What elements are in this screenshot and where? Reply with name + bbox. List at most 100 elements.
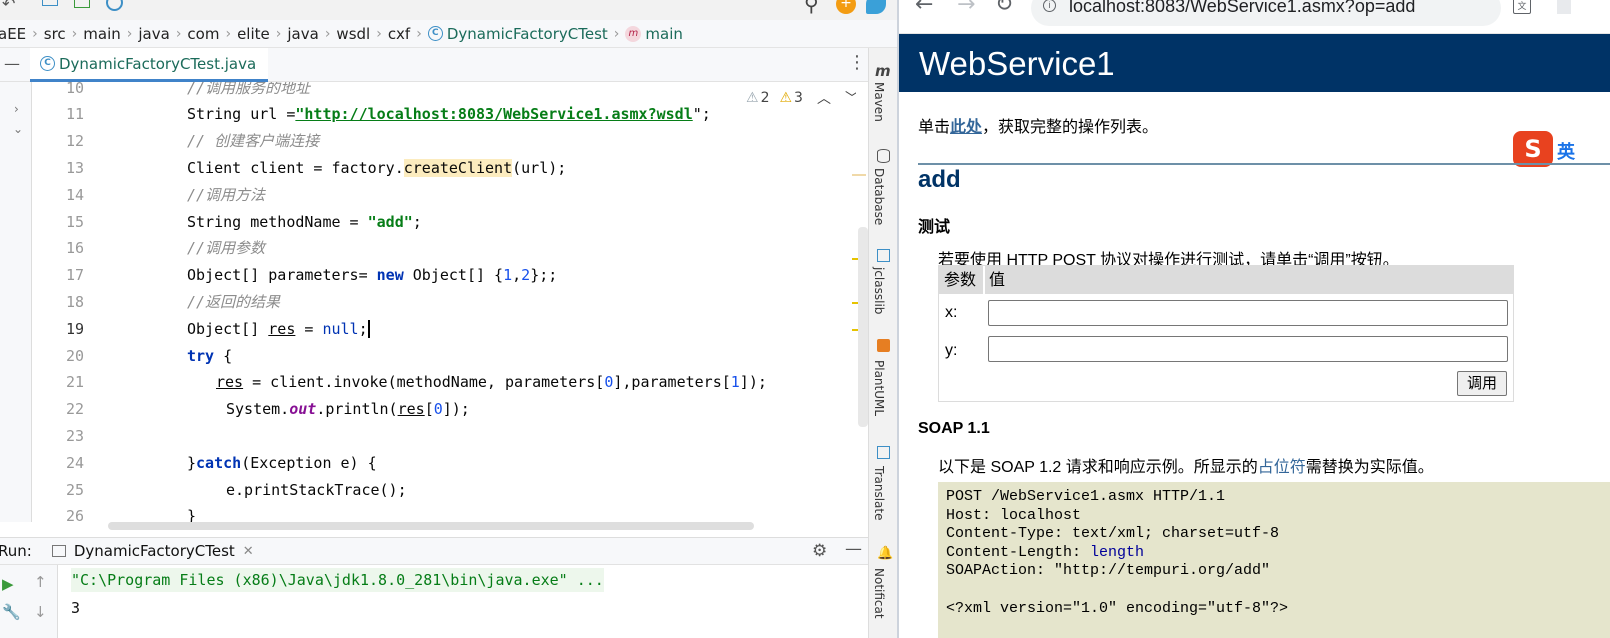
code-line: //返回的结果 bbox=[102, 289, 854, 316]
breadcrumb-item-class[interactable]: C DynamicFactoryCTest bbox=[427, 25, 608, 43]
arrow-up-icon[interactable]: ↑ bbox=[34, 573, 47, 591]
class-icon: C bbox=[427, 26, 443, 41]
profiler-icon[interactable] bbox=[106, 0, 123, 11]
breadcrumb-item[interactable]: com bbox=[187, 25, 219, 43]
code-token: null bbox=[322, 319, 359, 338]
breadcrumb-item[interactable]: wsdl bbox=[336, 25, 370, 43]
soap-sample-block: POST /WebService1.asmx HTTP/1.1 Host: loc… bbox=[938, 482, 1610, 638]
soap-line: Host: localhost bbox=[946, 506, 1082, 524]
code-token: ; bbox=[412, 212, 422, 231]
tool-window-bar: m Maven Database jclasslib PlantUML Tran… bbox=[868, 48, 897, 638]
project-icon[interactable] bbox=[42, 0, 58, 6]
service-title: WebService1 bbox=[919, 45, 1115, 82]
sogou-ime-label: 英 bbox=[1557, 138, 1587, 163]
horizontal-scroll-thumb[interactable] bbox=[108, 522, 754, 530]
editor-scrollbar[interactable] bbox=[852, 82, 868, 522]
url-text: localhost:8083/WebService1.asmx?op=add bbox=[1069, 0, 1416, 16]
invoke-button[interactable]: 调用 bbox=[1457, 371, 1507, 396]
breadcrumb: aEE › src › main › java › com › elite › java › … bbox=[0, 20, 897, 48]
translate-icon[interactable]: 文 bbox=[1513, 0, 1531, 14]
code-token: Client client = factory. bbox=[187, 159, 404, 177]
code-line: String url ="http://localhost:8083/WebSe… bbox=[102, 101, 854, 128]
side-tab-translate[interactable]: Translate bbox=[872, 466, 886, 521]
crumb-label: aEE bbox=[0, 24, 27, 43]
wrench-icon[interactable]: 🔧 bbox=[2, 603, 21, 621]
line-number: 16 bbox=[65, 239, 84, 258]
param-x-input[interactable] bbox=[988, 300, 1508, 326]
code-token: catch bbox=[196, 453, 242, 472]
arrow-down-icon[interactable]: ↓ bbox=[34, 603, 47, 621]
intro-text: 单击此处，获取完整的操作列表。 bbox=[918, 113, 1158, 137]
breadcrumb-item[interactable]: java bbox=[138, 25, 169, 43]
operations-list-link[interactable]: 此处 bbox=[950, 119, 982, 136]
tab-label: DynamicFactoryCTest.java bbox=[59, 54, 257, 73]
update-icon[interactable]: + bbox=[836, 0, 856, 14]
gear-icon[interactable]: ⚙ bbox=[812, 541, 827, 561]
breadcrumb-item[interactable]: src bbox=[44, 25, 66, 43]
breadcrumb-item[interactable]: java bbox=[287, 25, 318, 43]
forward-icon[interactable]: → bbox=[957, 0, 975, 17]
side-tab-plantuml[interactable]: PlantUML bbox=[872, 360, 886, 416]
minimize-icon[interactable]: — bbox=[845, 539, 862, 559]
code-line: System.out.println(res[0]); bbox=[102, 396, 854, 423]
console-output[interactable]: ▶ ↑ 🔧 ↓ "C:\Program Files (x86)\Java\jdk… bbox=[0, 565, 868, 638]
code-token: ]); bbox=[442, 400, 470, 419]
breadcrumb-item[interactable]: elite bbox=[237, 25, 270, 43]
address-bar[interactable]: i localhost:8083/WebService1.asmx?op=add bbox=[1031, 0, 1501, 26]
back-icon[interactable]: ← bbox=[915, 0, 933, 17]
code-token: (url); bbox=[512, 159, 567, 177]
run-tab[interactable]: DynamicFactoryCTest ✕ bbox=[51, 542, 254, 560]
code-token: 1 bbox=[730, 373, 740, 392]
run-tab-label: DynamicFactoryCTest bbox=[73, 542, 235, 560]
inspection-widget[interactable]: ⚠ 2 ⚠ 3 ︿ ﹀ bbox=[746, 86, 859, 110]
coverage-icon[interactable] bbox=[74, 0, 90, 8]
code-token: = client.invoke(methodName, parameters[ bbox=[243, 373, 605, 392]
side-tab-jclasslib[interactable]: jclasslib bbox=[872, 267, 886, 314]
code-token: , bbox=[512, 266, 522, 285]
scroll-thumb[interactable] bbox=[858, 227, 868, 427]
code-line: // 创建客户端连接 bbox=[102, 128, 854, 155]
code-comment: //返回的结果 bbox=[187, 293, 281, 311]
breadcrumb-item[interactable]: aEE bbox=[0, 25, 26, 43]
translate-icon bbox=[877, 446, 890, 459]
line-number: 15 bbox=[65, 212, 84, 231]
run-tool-header: Run: DynamicFactoryCTest ✕ ⚙ — bbox=[0, 537, 868, 565]
code-token: };; bbox=[530, 266, 558, 285]
sogou-ime-icon[interactable]: S bbox=[1513, 131, 1553, 167]
search-icon[interactable]: ⚲ bbox=[804, 0, 819, 16]
operation-title: add bbox=[918, 166, 961, 193]
chevron-up-icon[interactable]: ︿ bbox=[817, 88, 831, 108]
code-token: res bbox=[268, 319, 296, 338]
param-y-label: y: bbox=[945, 342, 958, 359]
breadcrumb-item[interactable]: cxf bbox=[388, 25, 410, 43]
breadcrumb-item-method[interactable]: m main bbox=[625, 25, 683, 43]
code-editor[interactable]: //调用服务的地址 String url ="http://localhost:8… bbox=[102, 82, 854, 522]
chevron-down-icon[interactable]: ⌄ bbox=[13, 122, 23, 136]
rerun-icon[interactable]: ▶ bbox=[2, 575, 14, 593]
chevron-right-icon[interactable]: › bbox=[14, 102, 19, 116]
soap-desc-pre: 以下是 SOAP 1.2 请求和响应示例。所显示的 bbox=[938, 459, 1258, 476]
side-tab-maven[interactable]: Maven bbox=[872, 82, 886, 122]
undo-icon[interactable]: ↶ bbox=[2, 0, 15, 13]
param-x-label: x: bbox=[945, 304, 958, 321]
reload-icon[interactable]: ↻ bbox=[995, 0, 1013, 17]
line-number: 26 bbox=[65, 507, 84, 526]
minimize-icon[interactable]: — bbox=[4, 54, 20, 73]
placeholder-link[interactable]: 占位符 bbox=[1258, 459, 1306, 476]
extension-icon[interactable] bbox=[1557, 0, 1571, 14]
browser-toolbar: ← → ↻ i localhost:8083/WebService1.asmx?… bbox=[899, 0, 1610, 34]
code-token: 0 bbox=[433, 400, 443, 419]
more-vert-icon[interactable]: ⋮ bbox=[848, 52, 866, 73]
info-icon[interactable]: i bbox=[1043, 0, 1056, 12]
breadcrumb-item[interactable]: main bbox=[83, 25, 120, 43]
intro-post: ，获取完整的操作列表。 bbox=[982, 119, 1159, 136]
code-token: e.printStackTrace(); bbox=[226, 480, 407, 499]
side-tab-database[interactable]: Database bbox=[872, 168, 886, 225]
table-header: 参数 值 bbox=[939, 266, 1513, 294]
param-y-input[interactable] bbox=[988, 336, 1508, 362]
code-line: Client client = factory.createClient(url… bbox=[102, 155, 854, 182]
side-tab-notifications[interactable]: Notificat bbox=[872, 568, 886, 619]
close-icon[interactable]: ✕ bbox=[243, 544, 254, 559]
plugin-icon[interactable] bbox=[866, 0, 886, 14]
